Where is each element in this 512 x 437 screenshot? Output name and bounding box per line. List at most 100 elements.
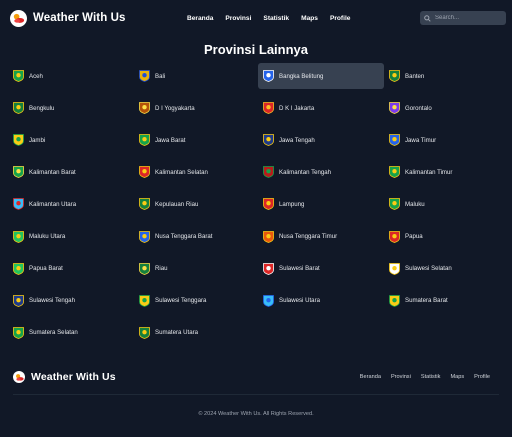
footer-link-provinsi[interactable]: Provinsi	[391, 374, 411, 380]
province-name: Gorontalo	[405, 104, 432, 112]
nav-link-provinsi[interactable]: Provinsi	[225, 15, 251, 22]
main-nav: Beranda Provinsi Statistik Maps Profile	[187, 0, 350, 36]
province-name: Jawa Timur	[405, 136, 437, 144]
province-item[interactable]: Kepulauan Riau	[134, 191, 260, 217]
province-name: Sulawesi Barat	[279, 265, 320, 273]
province-item[interactable]: Bengkulu	[8, 95, 134, 121]
province-item[interactable]: D I Yogyakarta	[134, 95, 260, 121]
province-item[interactable]: Sulawesi Selatan	[384, 256, 510, 282]
brand[interactable]: Weather With Us	[10, 9, 126, 27]
province-item[interactable]: Nusa Tenggara Timur	[258, 224, 384, 250]
province-emblem-icon	[389, 262, 400, 275]
footer-logo-icon	[13, 371, 25, 383]
province-item[interactable]: Jawa Barat	[134, 127, 260, 153]
province-item[interactable]: Sulawesi Barat	[258, 256, 384, 282]
province-item[interactable]: Sulawesi Tengah	[8, 288, 134, 314]
province-item[interactable]: Jawa Timur	[384, 127, 510, 153]
province-item[interactable]: Lampung	[258, 191, 384, 217]
province-item[interactable]: Sulawesi Utara	[258, 288, 384, 314]
province-item[interactable]: Riau	[134, 256, 260, 282]
search-input[interactable]	[435, 15, 501, 21]
province-item[interactable]: Kalimantan Selatan	[134, 159, 260, 185]
province-emblem-icon	[139, 166, 150, 179]
province-emblem-icon	[13, 166, 24, 179]
province-emblem-icon	[263, 262, 274, 275]
search-box[interactable]	[420, 11, 506, 25]
province-emblem-icon	[13, 102, 24, 115]
province-emblem-icon	[139, 198, 150, 211]
province-emblem-icon	[263, 70, 274, 82]
province-emblem-icon	[13, 198, 24, 211]
province-item[interactable]: Bangka Belitung	[258, 63, 384, 89]
province-emblem-icon	[13, 70, 24, 82]
province-name: D K I Jakarta	[279, 104, 315, 112]
province-item[interactable]: Sulawesi Tenggara	[134, 288, 260, 314]
province-name: Sumatera Barat	[405, 297, 448, 305]
footer-link-beranda[interactable]: Beranda	[360, 374, 381, 380]
province-item[interactable]: Bali	[134, 63, 260, 89]
app-name: Weather With Us	[33, 12, 126, 24]
province-emblem-icon	[13, 230, 24, 243]
province-item[interactable]: Aceh	[8, 63, 134, 89]
province-item[interactable]: Sumatera Barat	[384, 288, 510, 314]
province-name: Bangka Belitung	[279, 72, 324, 80]
province-emblem-icon	[13, 326, 24, 339]
province-emblem-icon	[263, 102, 274, 115]
province-item[interactable]: Kalimantan Barat	[8, 159, 134, 185]
province-emblem-icon	[389, 134, 400, 147]
province-name: Kalimantan Timur	[405, 168, 453, 176]
footer-brand[interactable]: Weather With Us	[13, 371, 116, 383]
province-name: Sulawesi Tenggara	[155, 297, 207, 305]
province-name: Sulawesi Selatan	[405, 265, 452, 273]
nav-link-profile[interactable]: Profile	[330, 15, 351, 22]
province-name: Kalimantan Utara	[29, 200, 77, 208]
footer-link-statistik[interactable]: Statistik	[421, 374, 441, 380]
province-emblem-icon	[139, 134, 150, 147]
province-emblem-icon	[389, 166, 400, 179]
province-item[interactable]: Kalimantan Tengah	[258, 159, 384, 185]
province-item[interactable]: Banten	[384, 63, 510, 89]
province-item[interactable]: Kalimantan Timur	[384, 159, 510, 185]
province-name: Nusa Tenggara Timur	[279, 233, 338, 240]
province-name: Banten	[405, 72, 425, 80]
search-icon	[424, 9, 431, 27]
province-emblem-icon	[13, 134, 24, 147]
province-emblem-icon	[389, 230, 400, 243]
province-name: Kalimantan Tengah	[279, 168, 332, 176]
province-item[interactable]: Maluku Utara	[8, 224, 134, 250]
page-title: Provinsi Lainnya	[203, 42, 309, 57]
province-name: Nusa Tenggara Barat	[155, 233, 213, 240]
province-item[interactable]: Nusa Tenggara Barat	[134, 224, 260, 250]
province-name: Papua	[405, 233, 423, 240]
nav-link-maps[interactable]: Maps	[301, 15, 318, 22]
province-item[interactable]: Papua	[384, 224, 510, 250]
province-item[interactable]: Maluku	[384, 191, 510, 217]
footer-link-maps[interactable]: Maps	[450, 374, 464, 380]
province-item[interactable]: Jambi	[8, 127, 134, 153]
province-name: Sulawesi Tengah	[29, 297, 75, 305]
province-name: Bengkulu	[29, 104, 55, 112]
footer-brand-name: Weather With Us	[31, 371, 116, 383]
province-name: Jawa Barat	[155, 136, 186, 144]
province-name: Bali	[155, 72, 166, 80]
province-emblem-icon	[13, 262, 24, 275]
footer-link-profile[interactable]: Profile	[474, 374, 490, 380]
province-item[interactable]: Kalimantan Utara	[8, 191, 134, 217]
province-name: Sumatera Selatan	[29, 329, 78, 337]
province-emblem-icon	[139, 326, 150, 339]
province-emblem-icon	[263, 134, 274, 147]
province-name: Kalimantan Selatan	[155, 168, 208, 176]
nav-link-statistik[interactable]: Statistik	[263, 15, 289, 22]
province-item[interactable]: Gorontalo	[384, 95, 510, 121]
province-emblem-icon	[263, 294, 274, 307]
province-name: Lampung	[279, 200, 305, 208]
app-logo-icon	[10, 9, 27, 27]
province-item[interactable]: Sumatera Utara	[134, 320, 260, 346]
province-item[interactable]: Sumatera Selatan	[8, 320, 134, 346]
nav-link-beranda[interactable]: Beranda	[187, 15, 213, 22]
province-name: Maluku	[405, 200, 425, 208]
province-item[interactable]: D K I Jakarta	[258, 95, 384, 121]
province-emblem-icon	[13, 294, 24, 307]
province-item[interactable]: Jawa Tengah	[258, 127, 384, 153]
province-item[interactable]: Papua Barat	[8, 256, 134, 282]
